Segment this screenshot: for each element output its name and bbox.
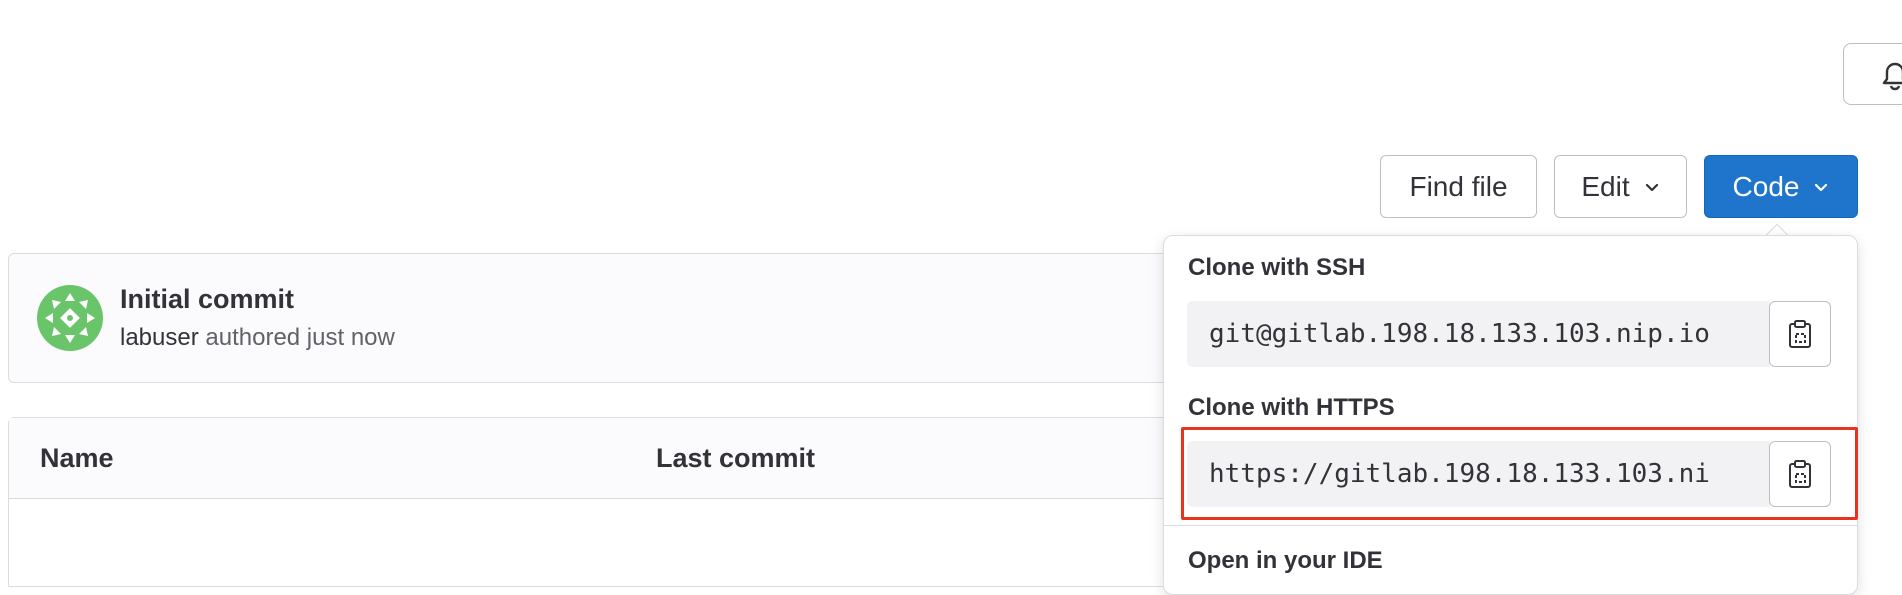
code-label: Code: [1732, 170, 1800, 202]
https-highlight-box: [1181, 427, 1858, 520]
last-commit-card: [8, 253, 1188, 383]
clone-ssh-url-field[interactable]: git@gitlab.198.18.133.103.nip.io: [1187, 301, 1770, 367]
clone-https-label: Clone with HTTPS: [1188, 394, 1395, 421]
commit-meta: labuser authored just now: [120, 324, 395, 352]
commit-author[interactable]: labuser: [120, 324, 199, 351]
chevron-down-icon: [1815, 183, 1828, 191]
commit-title[interactable]: Initial commit: [120, 284, 294, 315]
dropdown-divider: [1164, 525, 1857, 526]
edit-dropdown-button[interactable]: Edit: [1554, 155, 1687, 218]
code-dropdown-button[interactable]: Code: [1704, 155, 1858, 218]
edit-label: Edit: [1581, 170, 1630, 202]
notifications-button[interactable]: [1843, 43, 1902, 105]
open-in-ide-label: Open in your IDE: [1188, 547, 1383, 574]
column-header-name: Name: [40, 443, 114, 473]
commit-meta-suffix: authored just now: [205, 324, 395, 351]
file-table-header: [9, 418, 1187, 499]
clone-ssh-url: git@gitlab.198.18.133.103.nip.io: [1209, 319, 1710, 349]
column-header-last-commit: Last commit: [656, 443, 816, 473]
chevron-down-icon: [1645, 183, 1658, 191]
find-file-button[interactable]: Find file: [1380, 155, 1537, 218]
avatar[interactable]: [37, 285, 103, 351]
bell-icon: [1882, 62, 1902, 91]
find-file-label: Find file: [1409, 170, 1508, 202]
clipboard-icon: [1789, 320, 1811, 348]
copy-ssh-url-button[interactable]: [1769, 301, 1831, 367]
clone-ssh-label: Clone with SSH: [1188, 254, 1366, 281]
